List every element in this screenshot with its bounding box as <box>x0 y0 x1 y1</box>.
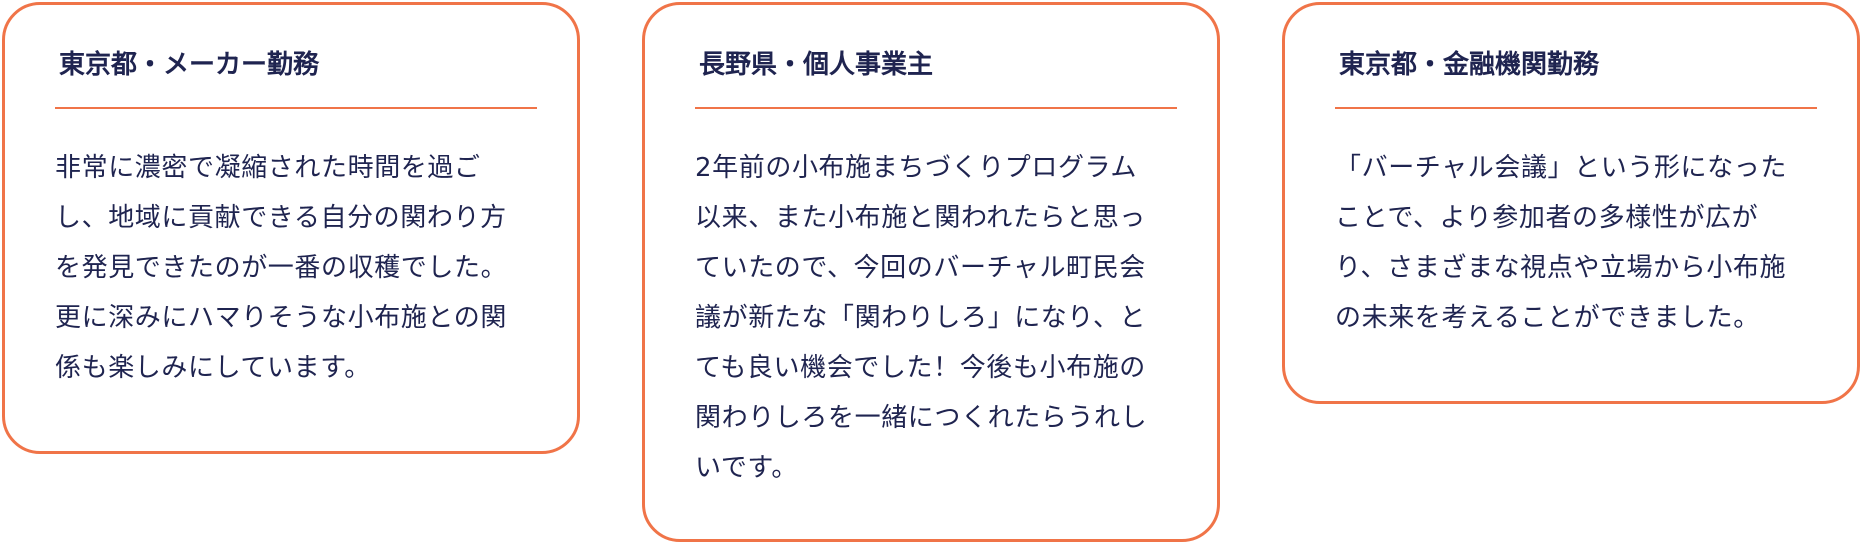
testimonial-line: を発見できたのが一番の収穫でした。 <box>55 253 508 283</box>
card-divider <box>1335 107 1817 109</box>
testimonial-author: 東京都・メーカー勤務 <box>59 50 320 80</box>
testimonial-line: ていたので、今回のバーチャル町民会 <box>695 253 1146 283</box>
testimonial-line: 2年前の小布施まちづくりプログラム <box>695 153 1137 183</box>
testimonial-card: 東京都・メーカー勤務 非常に濃密で凝縮された時間を過ご し、地域に貢献できる自分… <box>2 2 580 454</box>
card-divider <box>695 107 1177 109</box>
testimonial-line: 係も楽しみにしています。 <box>55 353 371 383</box>
testimonial-line: ても良い機会でした！今後も小布施の <box>695 353 1146 383</box>
testimonial-line: の未来を考えることができました。 <box>1335 303 1760 333</box>
testimonial-line: 議が新たな「関わりしろ」になり、と <box>695 303 1147 333</box>
testimonial-text: 非常に濃密で凝縮された時間を過ご し、地域に貢献できる自分の関わり方 を発見でき… <box>55 143 533 393</box>
testimonial-line: 関わりしろを一緒につくれたらうれし <box>695 403 1148 433</box>
testimonial-author: 長野県・個人事業主 <box>699 50 934 80</box>
testimonial-line: 以来、また小布施と関われたらと思っ <box>695 203 1146 233</box>
testimonial-text: 2年前の小布施まちづくりプログラム 以来、また小布施と関われたらと思っ ていたの… <box>695 143 1173 493</box>
testimonial-cards: 東京都・メーカー勤務 非常に濃密で凝縮された時間を過ご し、地域に貢献できる自分… <box>0 0 1864 546</box>
testimonial-author: 東京都・金融機関勤務 <box>1339 50 1600 80</box>
testimonial-line: り、さまざまな視点や立場から小布施 <box>1335 253 1787 283</box>
testimonial-line: 「バーチャル会議」という形になった <box>1335 153 1787 183</box>
testimonial-line: し、地域に貢献できる自分の関わり方 <box>55 203 507 233</box>
testimonial-card: 長野県・個人事業主 2年前の小布施まちづくりプログラム 以来、また小布施と関われ… <box>642 2 1220 542</box>
testimonial-line: ことで、より参加者の多様性が広が <box>1335 203 1759 233</box>
testimonial-card: 東京都・金融機関勤務 「バーチャル会議」という形になった ことで、より参加者の多… <box>1282 2 1860 404</box>
card-divider <box>55 107 537 109</box>
testimonial-line: いです。 <box>695 453 799 483</box>
testimonial-line: 更に深みにハマりそうな小布施との関 <box>55 303 507 333</box>
testimonial-text: 「バーチャル会議」という形になった ことで、より参加者の多様性が広が り、さまざ… <box>1335 143 1813 343</box>
testimonial-line: 非常に濃密で凝縮された時間を過ご <box>55 153 481 183</box>
